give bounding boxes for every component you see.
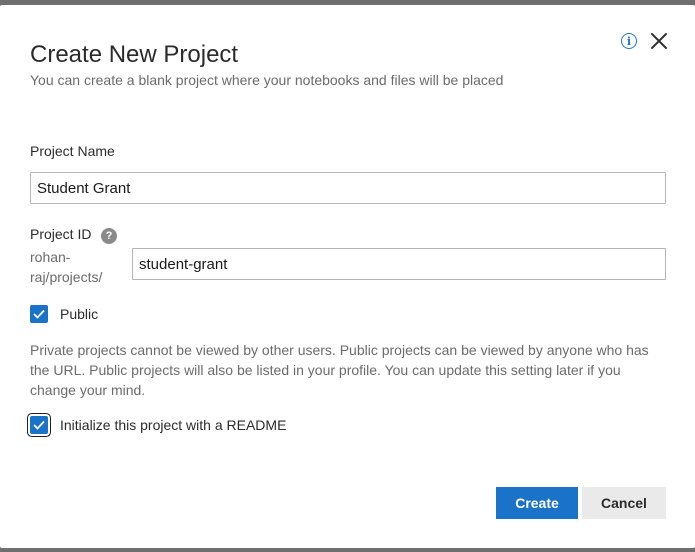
public-description: Private projects cannot be viewed by oth…: [30, 342, 649, 398]
readme-label[interactable]: Initialize this project with a README: [60, 417, 286, 433]
project-id-prefix-line2: raj/projects/: [30, 269, 103, 285]
project-id-input[interactable]: [132, 248, 666, 280]
dialog-subtitle: You can create a blank project where you…: [30, 72, 504, 88]
create-project-dialog: Create New Project You can create a blan…: [0, 5, 695, 548]
project-name-label: Project Name: [30, 143, 115, 159]
checkmark-icon: [33, 420, 45, 430]
checkmark-icon: [33, 309, 45, 319]
close-icon[interactable]: [649, 31, 669, 51]
project-id-prefix-line1: rohan-: [30, 249, 71, 265]
public-label[interactable]: Public: [60, 306, 98, 322]
project-id-label: Project ID: [30, 226, 92, 242]
project-name-input[interactable]: [30, 172, 666, 204]
cancel-button[interactable]: Cancel: [582, 487, 666, 519]
info-icon[interactable]: i: [621, 33, 637, 49]
project-id-prefix: rohan- raj/projects/: [30, 247, 130, 287]
dialog-title: Create New Project: [30, 41, 239, 68]
create-button[interactable]: Create: [496, 487, 578, 519]
help-icon[interactable]: ?: [101, 228, 117, 244]
readme-checkbox[interactable]: [30, 416, 48, 434]
public-checkbox[interactable]: [30, 305, 48, 323]
